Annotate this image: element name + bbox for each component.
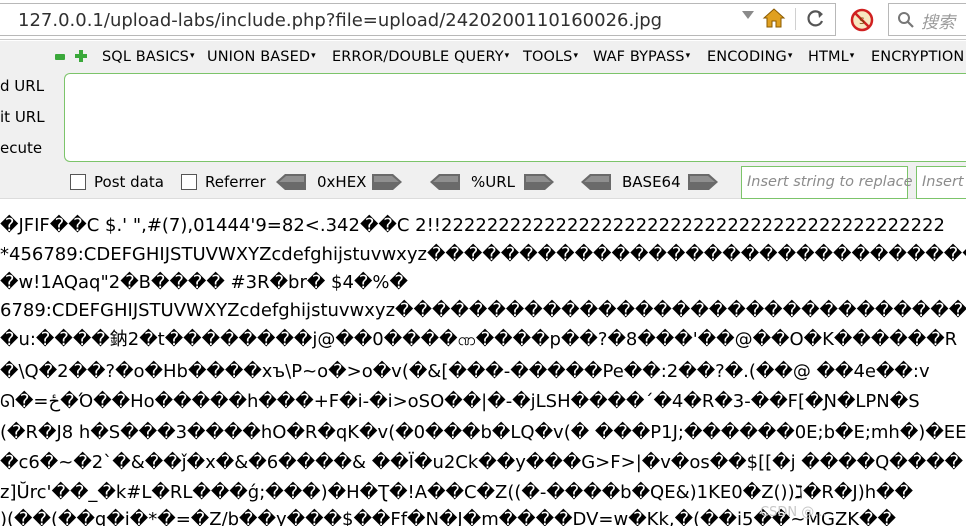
- content-line: 6789:CDEFGHIJSTUVWXYZcdefghijstuvwxyz���…: [0, 300, 966, 321]
- load-url-button[interactable]: d URL: [0, 77, 44, 95]
- page-content: �JFIF��C $.' ",#(7),01444'9=82<.342��C 2…: [0, 201, 966, 526]
- content-line: �JFIF��C $.' ",#(7),01444'9=82<.342��C 2…: [0, 215, 945, 236]
- referrer-checkbox[interactable]: [181, 174, 197, 190]
- insert-replace-placeholder: Insert string to replace: [747, 174, 913, 190]
- base64-label: BASE64: [622, 173, 681, 191]
- menu-error-double-query[interactable]: ERROR/DOUBLE QUERY▾: [332, 49, 509, 65]
- content-line: ᘏ�=ځ�Ό��Ho�����h���+F�i-�i>oSO��|�-�jLSH…: [0, 391, 920, 412]
- url-dropdown-icon[interactable]: [742, 11, 754, 19]
- address-bar: 127.0.0.1/upload-labs/include.php?file=u…: [0, 0, 966, 40]
- referrer-label: Referrer: [205, 173, 266, 191]
- insert-input[interactable]: Insert: [916, 166, 966, 199]
- insert-replace-input[interactable]: Insert string to replace: [741, 166, 913, 199]
- url-field[interactable]: 127.0.0.1/upload-labs/include.php?file=u…: [0, 3, 836, 36]
- plus-icon[interactable]: [75, 50, 87, 62]
- base64-decode-arrow-icon[interactable]: [581, 174, 611, 190]
- minus-icon[interactable]: [55, 54, 65, 60]
- url-encode-arrow-icon[interactable]: [524, 174, 554, 190]
- menu-encryption[interactable]: ENCRYPTION: [871, 49, 964, 65]
- svg-text:S: S: [859, 17, 865, 27]
- menu-encoding[interactable]: ENCODING▾: [707, 49, 793, 65]
- hackbar-url-textarea[interactable]: [64, 73, 966, 162]
- content-line: �\Q�2��?�o�Hb����xъ\P~o�>o�v(�&[���-����…: [0, 361, 930, 382]
- content-line: z]Ŭrc'��_�k#L�RL���ǵ;���)�H�Ʈ�!A��C�Z((�…: [0, 482, 914, 503]
- toolbar-separator: [795, 8, 796, 30]
- search-icon: [898, 12, 914, 28]
- menu-union-based[interactable]: UNION BASED▾: [207, 49, 316, 65]
- hex-decode-arrow-icon[interactable]: [276, 174, 306, 190]
- content-line: �u:����鈉2�t��������j@��0����ဏ����p��?�8�…: [0, 329, 958, 350]
- menu-html[interactable]: HTML▾: [808, 49, 854, 65]
- hex-label: 0xHEX: [317, 173, 367, 191]
- refresh-icon[interactable]: [804, 8, 826, 30]
- execute-button[interactable]: ecute: [0, 139, 42, 157]
- menu-waf-bypass[interactable]: WAF BYPASS▾: [593, 49, 690, 65]
- insert-placeholder: Insert: [922, 174, 964, 190]
- base64-encode-arrow-icon[interactable]: [688, 174, 718, 190]
- post-data-checkbox[interactable]: [70, 174, 86, 190]
- search-box[interactable]: 搜索: [888, 3, 966, 36]
- url-encode-label: %URL: [471, 173, 516, 191]
- content-line: �w!1AQaq"2�B���� #3R�br� $4�%�: [0, 272, 408, 293]
- url-text: 127.0.0.1/upload-labs/include.php?file=u…: [18, 10, 663, 31]
- menu-tools[interactable]: TOOLS▾: [523, 49, 578, 65]
- hex-encode-arrow-icon[interactable]: [372, 174, 402, 190]
- split-url-button[interactable]: it URL: [0, 108, 45, 126]
- home-icon[interactable]: [762, 7, 786, 29]
- noscript-icon[interactable]: S: [850, 8, 874, 32]
- post-data-label: Post data: [94, 173, 164, 191]
- content-line: *456789:CDEFGHIJSTUVWXYZcdefghijstuvwxyz…: [0, 244, 966, 265]
- content-line: �c6�~�2`�&��ǰ�x�&�6����& ��Ï�u2Ck��y���G…: [0, 452, 964, 473]
- watermark: CSDN @...: [760, 505, 827, 520]
- url-decode-arrow-icon[interactable]: [430, 174, 460, 190]
- content-line: (�R�J8 h�S���3����hO�R�qK�v(�0���b�LQ�v(…: [0, 422, 966, 443]
- menu-sql-basics[interactable]: SQL BASICS▾: [102, 49, 195, 65]
- search-placeholder: 搜索: [921, 13, 955, 33]
